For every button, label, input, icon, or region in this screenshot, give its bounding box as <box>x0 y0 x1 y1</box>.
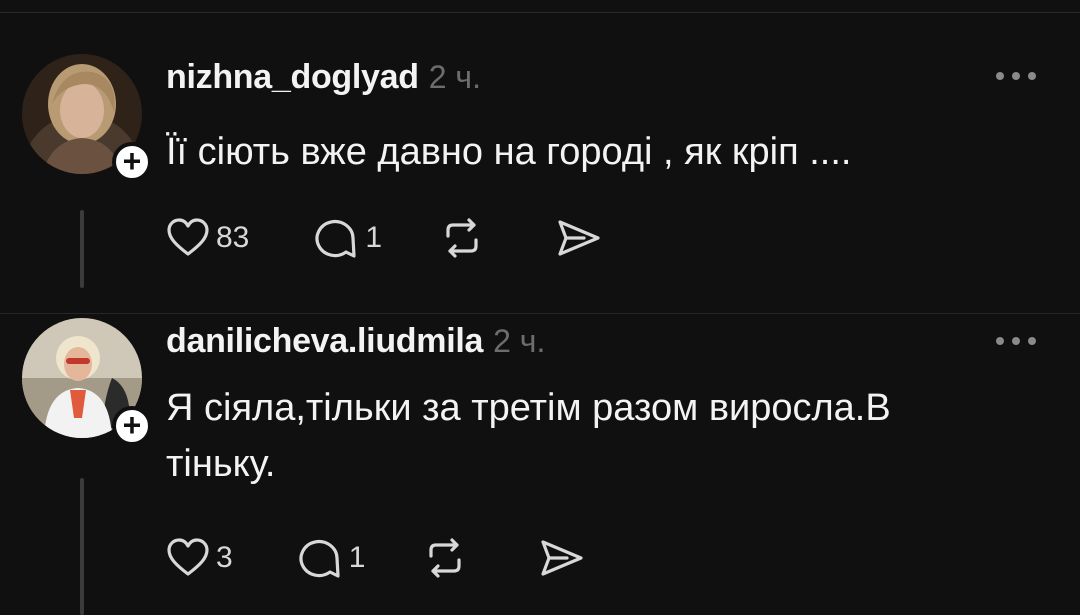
share-button[interactable] <box>537 536 585 580</box>
username[interactable]: danilicheva.liudmila <box>166 322 483 361</box>
send-icon <box>541 540 583 576</box>
like-button[interactable]: 83 <box>166 218 249 258</box>
follow-button[interactable]: + <box>112 142 152 182</box>
like-count: 83 <box>216 221 250 254</box>
reply-count: 1 <box>348 541 366 574</box>
plus-icon: + <box>122 406 142 443</box>
post-header: danilicheva.liudmila 2 ч. <box>166 322 545 361</box>
send-icon <box>558 220 600 256</box>
reply-count: 1 <box>365 221 383 254</box>
action-bar: 3 1 <box>166 534 585 582</box>
avatar-container[interactable]: + <box>22 54 152 182</box>
thread-line <box>80 478 84 615</box>
plus-icon: + <box>122 142 142 179</box>
comment-icon <box>299 539 340 578</box>
post-header: nizhna_doglyad 2 ч. <box>166 58 481 97</box>
top-divider <box>0 12 1080 13</box>
timestamp: 2 ч. <box>428 59 481 95</box>
post-text: Її сіють вже давно на городі , як кріп .… <box>166 131 852 173</box>
repost-button[interactable] <box>423 536 467 580</box>
reply-button[interactable]: 1 <box>313 216 382 260</box>
reply-button[interactable]: 1 <box>297 536 366 580</box>
heart-icon <box>167 218 209 256</box>
action-bar: 83 1 <box>166 214 602 262</box>
more-icon[interactable] <box>996 335 1036 347</box>
post-divider <box>0 313 1080 314</box>
comment-icon <box>315 219 356 258</box>
repost-button[interactable] <box>440 216 484 260</box>
share-button[interactable] <box>554 216 602 260</box>
repost-icon <box>429 538 461 578</box>
heart-icon <box>167 538 209 576</box>
username[interactable]: nizhna_doglyad <box>166 58 419 97</box>
more-icon[interactable] <box>996 70 1036 82</box>
timestamp: 2 ч. <box>493 323 546 359</box>
avatar-container[interactable]: + <box>22 318 152 446</box>
post-text: Я сіяла,тільки за третім разом виросла.В… <box>166 387 891 485</box>
like-count: 3 <box>216 541 233 574</box>
thread-line <box>80 210 84 288</box>
follow-button[interactable]: + <box>112 406 152 446</box>
like-button[interactable]: 3 <box>166 538 233 578</box>
repost-icon <box>446 218 478 258</box>
